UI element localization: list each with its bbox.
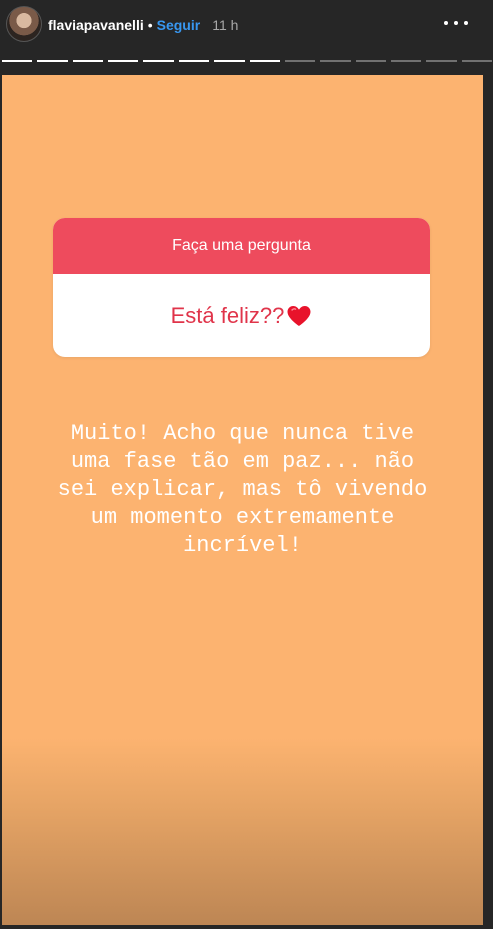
- progress-segment: [2, 60, 33, 62]
- story-header: flaviapavanelli • Seguir 11 h: [0, 0, 493, 75]
- progress-segment: [320, 60, 351, 62]
- post-time: 11 h: [212, 17, 239, 33]
- progress-segment: [390, 60, 422, 62]
- question-sticker-body: Está feliz??: [53, 274, 430, 357]
- progress-segment: [108, 60, 139, 62]
- progress-segment: [214, 60, 245, 62]
- progress-segment: [72, 60, 104, 62]
- separator-dot: •: [147, 17, 153, 33]
- answer-line: sei explicar, mas tô vivendo: [57, 477, 428, 502]
- progress-segment: [37, 60, 68, 62]
- profile-avatar[interactable]: [6, 6, 42, 42]
- answer-line: uma fase tão em paz... não: [70, 449, 415, 474]
- answer-line: um momento extremamente: [90, 505, 395, 530]
- progress-segment: [143, 60, 174, 62]
- progress-segment: [178, 60, 210, 62]
- answer-line: incrível!: [183, 533, 302, 558]
- story-canvas[interactable]: Faça uma pergunta Está feliz?? Muito! Ac…: [2, 75, 483, 925]
- red-heart-icon: [287, 305, 311, 326]
- question-sticker: Faça uma pergunta Está feliz??: [53, 218, 430, 357]
- answer-line: Muito! Acho que nunca tive: [70, 421, 415, 446]
- more-options-icon[interactable]: [444, 13, 468, 33]
- question-text: Está feliz??: [170, 302, 285, 328]
- progress-segment: [284, 60, 316, 62]
- answer-text: Muito! Acho que nunca tive uma fase tão …: [22, 420, 463, 560]
- progress-segment: [461, 60, 493, 62]
- progress-segment: [249, 60, 280, 62]
- progress-segment: [355, 60, 386, 62]
- question-sticker-title: Faça uma pergunta: [53, 218, 430, 274]
- header-meta: flaviapavanelli • Seguir 11 h: [48, 15, 238, 35]
- username-link[interactable]: flaviapavanelli: [48, 17, 144, 33]
- story-progress-bar: [2, 60, 493, 62]
- follow-button[interactable]: Seguir: [157, 17, 201, 33]
- progress-segment: [426, 60, 457, 62]
